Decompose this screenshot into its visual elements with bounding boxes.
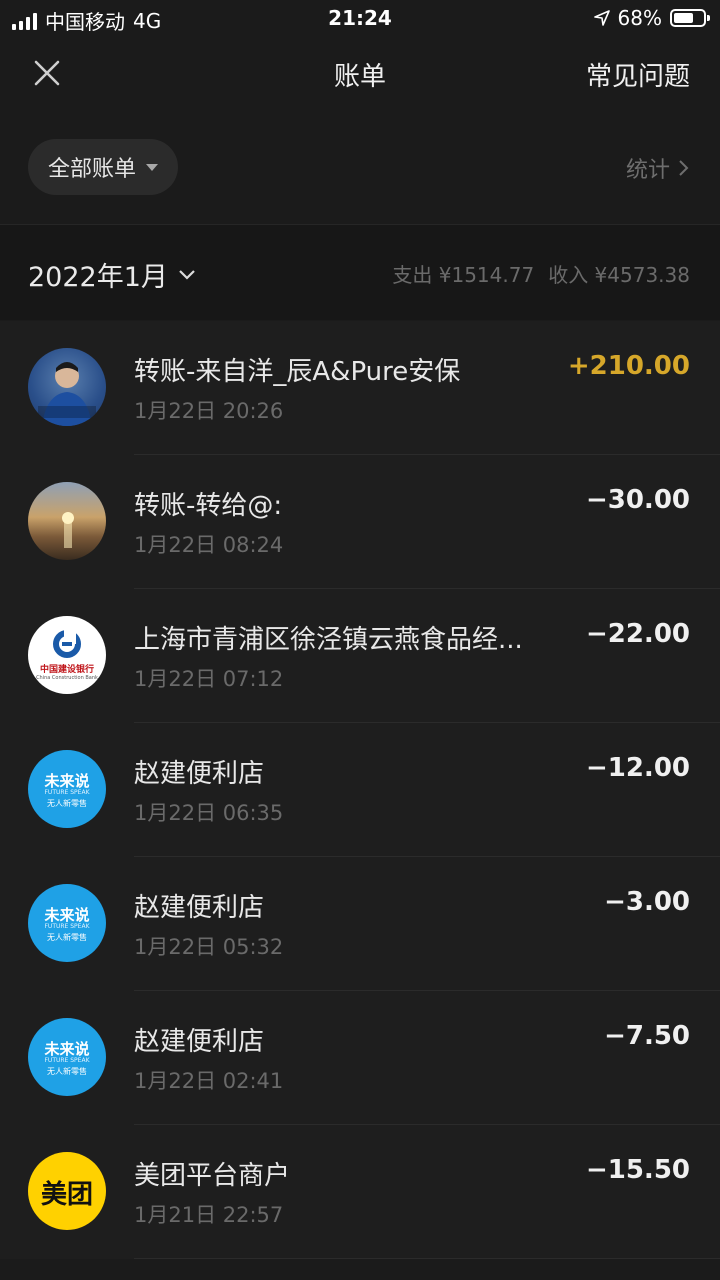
future-logo-sub: 无人新零售 (47, 1067, 87, 1076)
expense-total: 支出 ¥1514.77 (392, 263, 535, 287)
future-logo-cn: 未来说 (44, 772, 90, 790)
transaction-amount: +210.00 (567, 351, 690, 381)
transaction-amount: −3.00 (604, 887, 690, 917)
location-arrow-icon (593, 10, 610, 26)
nav-bar: 账单 常见问题 (0, 38, 720, 110)
sunset-photo-avatar (28, 482, 106, 560)
faq-button[interactable]: 常见问题 (586, 56, 690, 93)
transaction-title: 转账-来自洋_辰A&Pure安保 (134, 357, 461, 387)
future-logo-en: FUTURE SPEAK (44, 1057, 90, 1064)
transaction-amount: −22.00 (585, 619, 690, 649)
sunset-icon (62, 512, 74, 548)
meituan-logo-avatar: 美团 (28, 1152, 106, 1230)
ccb-logo-icon (53, 630, 81, 658)
stats-link[interactable]: 统计 (626, 152, 690, 184)
transaction-title: 赵建便利店 (134, 893, 265, 923)
ccb-logo-avatar: 中国建设银行 China Construction Bank (28, 616, 106, 694)
close-icon[interactable] (28, 54, 68, 94)
status-bar: 中国移动 4G 21:24 68% (0, 0, 720, 38)
transaction-title: 赵建便利店 (134, 759, 265, 789)
month-summary: 支出 ¥1514.77 收入 ¥4573.38 (392, 259, 690, 288)
transaction-list: 转账-来自洋_辰A&Pure安保 1月22日 20:26 +210.00 转账-… (0, 321, 720, 1259)
transaction-title: 上海市青浦区徐泾镇云燕食品经... (134, 625, 523, 655)
transaction-time: 1月21日 22:57 (134, 1203, 284, 1227)
chevron-down-icon (179, 269, 195, 280)
future-logo-sub: 无人新零售 (47, 933, 87, 942)
month-label: 2022年1月 (28, 262, 168, 293)
future-logo-sub: 无人新零售 (47, 799, 87, 808)
transaction-row[interactable]: 中国建设银行 China Construction Bank 上海市青浦区徐泾镇… (0, 589, 720, 723)
future-logo-cn: 未来说 (44, 906, 90, 924)
future-speak-logo-avatar: 未来说 FUTURE SPEAK 无人新零售 (28, 750, 106, 828)
status-right: 68% (593, 6, 710, 30)
month-header: 2022年1月 支出 ¥1514.77 收入 ¥4573.38 (0, 225, 720, 320)
battery-icon (670, 9, 710, 27)
future-logo-cn: 未来说 (44, 1040, 90, 1058)
bill-filter-dropdown[interactable]: 全部账单 (28, 139, 179, 195)
meituan-logo-text: 美团 (40, 1180, 93, 1210)
transaction-amount: −7.50 (604, 1021, 690, 1051)
battery-fill (674, 13, 693, 23)
ccb-name-cn: 中国建设银行 (39, 665, 94, 675)
future-logo-en: FUTURE SPEAK (44, 923, 90, 930)
ccb-name-en: China Construction Bank (36, 675, 98, 681)
transaction-time: 1月22日 02:41 (134, 1069, 284, 1093)
transaction-row[interactable]: 美团 美团平台商户 1月21日 22:57 −15.50 (0, 1125, 720, 1259)
transaction-time: 1月22日 20:26 (134, 399, 284, 423)
battery-percent: 68% (617, 6, 662, 30)
transaction-row[interactable]: 转账-转给@: 1月22日 08:24 −30.00 (0, 455, 720, 589)
transaction-time: 1月22日 08:24 (134, 533, 284, 557)
income-total: 收入 ¥4573.38 (548, 263, 690, 287)
transaction-row[interactable]: 未来说 FUTURE SPEAK 无人新零售 赵建便利店 1月22日 05:32… (0, 857, 720, 991)
future-speak-logo-avatar: 未来说 FUTURE SPEAK 无人新零售 (28, 1018, 106, 1096)
person-silhouette-icon (38, 362, 96, 426)
transaction-amount: −30.00 (585, 485, 690, 515)
transaction-amount: −12.00 (585, 753, 690, 783)
stats-label: 统计 (625, 158, 670, 183)
transaction-time: 1月22日 07:12 (134, 667, 284, 691)
transaction-title: 转账-转给@: (134, 491, 283, 521)
transaction-row[interactable]: 转账-来自洋_辰A&Pure安保 1月22日 20:26 +210.00 (0, 321, 720, 455)
transaction-title: 赵建便利店 (134, 1027, 265, 1057)
transaction-time: 1月22日 05:32 (134, 935, 284, 959)
transaction-row[interactable]: 未来说 FUTURE SPEAK 无人新零售 赵建便利店 1月22日 02:41… (0, 991, 720, 1125)
filter-bar: 全部账单 统计 (0, 110, 720, 225)
future-speak-logo-avatar: 未来说 FUTURE SPEAK 无人新零售 (28, 884, 106, 962)
chevron-right-icon (679, 160, 689, 176)
future-logo-en: FUTURE SPEAK (44, 789, 90, 796)
caret-down-icon (146, 163, 159, 171)
person-photo-avatar (28, 348, 106, 426)
transaction-time: 1月22日 06:35 (134, 801, 284, 825)
month-selector[interactable]: 2022年1月 (28, 255, 196, 294)
bill-filter-label: 全部账单 (48, 157, 137, 182)
transaction-amount: −15.50 (585, 1155, 690, 1185)
transaction-title: 美团平台商户 (134, 1161, 291, 1191)
transaction-row[interactable]: 未来说 FUTURE SPEAK 无人新零售 赵建便利店 1月22日 06:35… (0, 723, 720, 857)
